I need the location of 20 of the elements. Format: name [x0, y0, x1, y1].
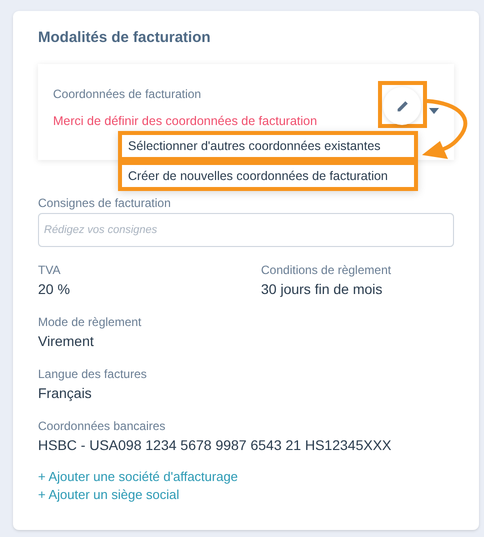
field-label: Langue des factures [38, 366, 147, 381]
section-title: Modalités de facturation [38, 28, 212, 47]
field-value: HSBC - USA098 1234 5678 9987 6543 21 HS12345XXX [38, 436, 392, 455]
menu-item[interactable]: Créer de nouvelles coordonnées de facturation [118, 161, 418, 191]
field-value: Français [38, 384, 92, 403]
field-value: Virement [38, 332, 94, 351]
field-value: 20 % [38, 280, 70, 299]
field-label: TVA [38, 262, 60, 277]
input-field[interactable]: Rédigez vos consignes [38, 213, 454, 247]
menu-item[interactable]: Sélectionner d'autres coordonnées existantes [118, 131, 418, 161]
field-label: Mode de règlement [38, 314, 142, 329]
pencil-icon [396, 100, 408, 112]
error-message: Merci de définir des coordonnées de facturation [53, 113, 318, 130]
field-label: Consignes de facturation [38, 195, 171, 212]
field-label: Coordonnées bancaires [38, 418, 166, 433]
highlight-frame [378, 81, 427, 128]
field-label: Coordonnées de facturation [53, 86, 202, 103]
field-value: 30 jours fin de mois [261, 280, 382, 299]
field-label: Conditions de règlement [261, 262, 392, 277]
caret-icon[interactable] [429, 108, 439, 114]
